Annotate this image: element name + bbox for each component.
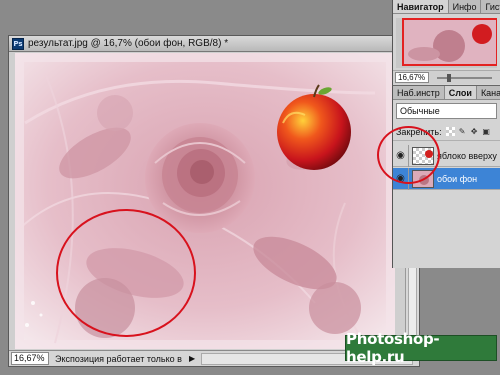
navigator-thumbnail <box>404 20 496 64</box>
tab-tool-presets[interactable]: Наб.инстр <box>393 86 445 99</box>
tab-navigator[interactable]: Навигатор <box>393 0 449 13</box>
navigator-tabs: Навигатор Инфо Гисто <box>393 0 500 14</box>
tab-channels[interactable]: Канал <box>477 86 500 99</box>
status-text[interactable]: Экспозиция работает только в ... <box>55 354 185 364</box>
lock-transparent-icon[interactable] <box>445 127 455 136</box>
highlight-circle-canvas <box>56 209 196 337</box>
navigator-zoom-field[interactable]: 16,67% <box>395 72 429 83</box>
brush-icon[interactable]: ✎ <box>458 127 467 136</box>
tab-info[interactable]: Инфо <box>449 0 482 13</box>
layer-name[interactable]: обои фон <box>437 174 477 184</box>
navigator-panel: Навигатор Инфо Гисто 16,67% <box>392 0 500 85</box>
status-menu-arrow-icon[interactable]: ▶ <box>189 354 197 364</box>
zoom-field[interactable]: 16,67% <box>11 352 49 365</box>
layers-tabs: Наб.инстр Слои Канал <box>393 86 500 100</box>
blend-mode-select[interactable]: Обычные <box>396 103 497 119</box>
navigator-view-box[interactable] <box>402 18 497 66</box>
watermark-text: Photoshop-help.ru <box>346 330 440 366</box>
navigator-zoom-slider[interactable] <box>437 73 492 82</box>
highlight-circle-layers <box>377 126 440 184</box>
move-icon[interactable]: ✥ <box>470 127 479 136</box>
layer-name[interactable]: яблоко вверху <box>437 151 497 161</box>
photoshop-icon: Ps <box>12 37 24 50</box>
lock-icon[interactable]: ▣ <box>482 127 491 136</box>
navigator-zoom-row: 16,67% <box>393 70 500 84</box>
navigator-preview[interactable] <box>396 18 497 68</box>
tab-layers[interactable]: Слои <box>444 86 477 99</box>
document-title-bar[interactable]: Ps результат.jpg @ 16,7% (обои фон, RGB/… <box>9 36 419 52</box>
watermark-badge: Photoshop-help.ru <box>345 330 497 366</box>
document-title: результат.jpg @ 16,7% (обои фон, RGB/8) … <box>28 38 229 49</box>
document-window: Ps результат.jpg @ 16,7% (обои фон, RGB/… <box>8 35 420 367</box>
tab-histogram[interactable]: Гисто <box>481 0 500 13</box>
